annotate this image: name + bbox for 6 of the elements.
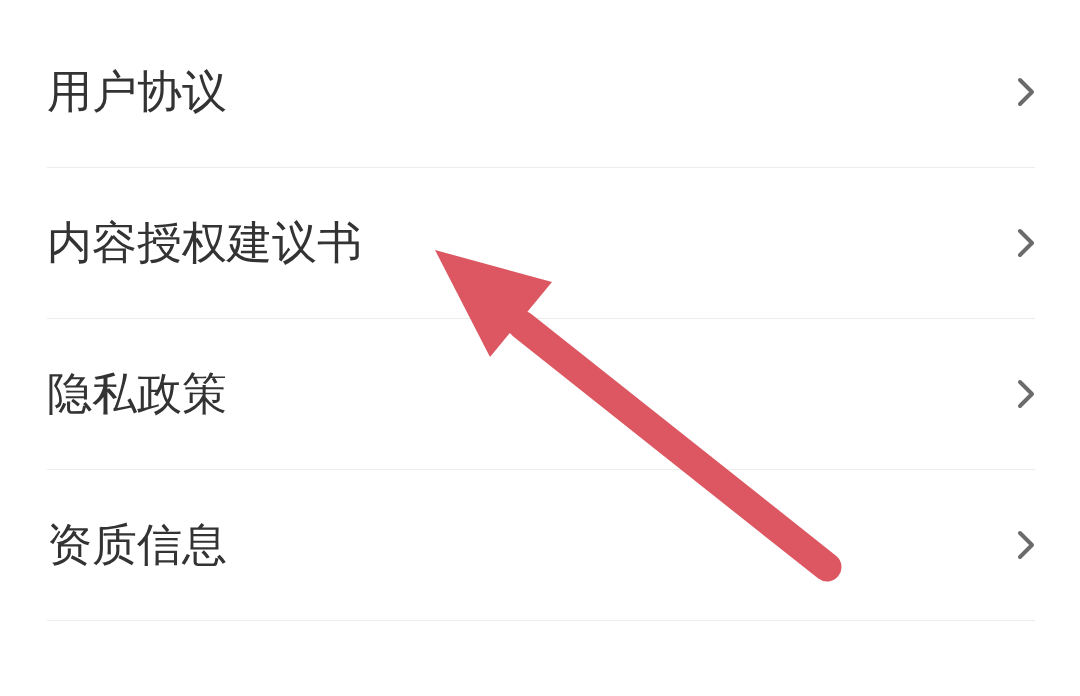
chevron-right-icon — [1017, 228, 1035, 258]
list-item[interactable]: 资质信息 — [47, 470, 1035, 621]
list-item[interactable]: 用户协议 — [47, 17, 1035, 168]
chevron-right-icon — [1017, 77, 1035, 107]
chevron-right-icon — [1017, 379, 1035, 409]
chevron-right-icon — [1017, 530, 1035, 560]
